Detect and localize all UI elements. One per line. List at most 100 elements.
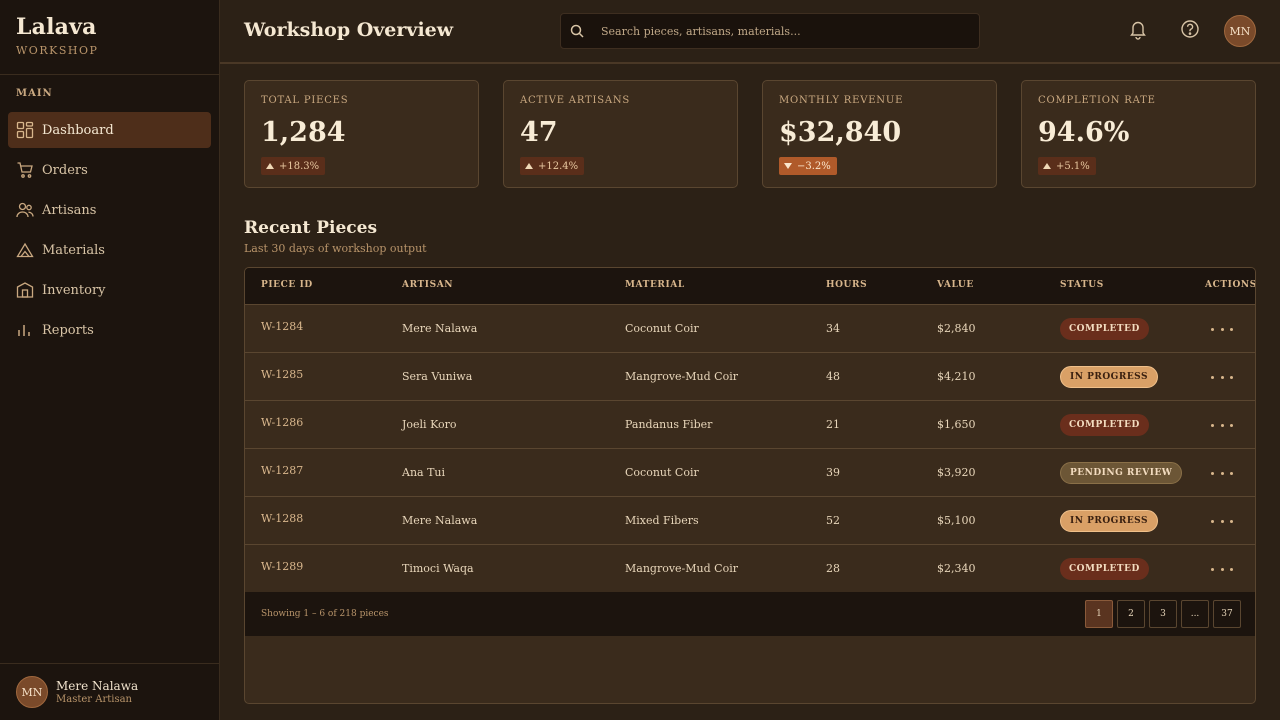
section-title: Recent Pieces <box>244 218 378 238</box>
trend-value: −3.2% <box>797 160 831 172</box>
value-cell: $1,650 <box>937 418 976 431</box>
table-row[interactable]: W-1284 Mere Nalawa Coconut Coir 34 $2,840 COM… <box>245 305 1255 353</box>
table-footer: Showing 1 – 6 of 218 pieces 1 2 3... 37 <box>245 592 1255 636</box>
trend-badge: +18.3% <box>261 157 326 175</box>
stat-card-total-pieces: TOTAL PIECES 1,284 +18.3% <box>244 80 479 188</box>
trend-up-icon <box>266 163 274 169</box>
piece-id-link[interactable]: W-1287 <box>261 464 303 477</box>
trend-badge: +5.1% <box>1038 157 1096 175</box>
sidebar-item-label: Reports <box>42 322 94 338</box>
cart-icon <box>16 161 34 179</box>
material-cell: Mixed Fibers <box>625 514 699 527</box>
sidebar-item-artisans[interactable]: Artisans <box>8 192 211 228</box>
more-horizontal-icon <box>1211 519 1233 523</box>
table-row[interactable]: W-1288 Mere Nalawa Mixed Fibers 52 $5,100 IN … <box>245 497 1255 545</box>
sidebar-section-label: MAIN <box>16 88 53 99</box>
sidebar-item-label: Inventory <box>42 282 106 298</box>
status-badge: COMPLETED <box>1060 414 1149 436</box>
brand[interactable]: Lalava WORKSHOP <box>16 14 98 57</box>
sidebar-item-reports[interactable]: Reports <box>8 312 211 348</box>
piece-id-link[interactable]: W-1289 <box>261 560 303 573</box>
sidebar-item-label: Materials <box>42 242 105 258</box>
column-header-hours[interactable]: HOURS <box>826 280 867 290</box>
table-header: PIECE ID ARTISAN MATERIAL HOURS VALUE ST… <box>245 268 1256 305</box>
piece-id-link[interactable]: W-1288 <box>261 512 303 525</box>
header-avatar[interactable]: MN <box>1224 15 1256 47</box>
piece-id-link[interactable]: W-1284 <box>261 320 303 333</box>
sidebar-item-orders[interactable]: Orders <box>8 152 211 188</box>
stat-value: 47 <box>520 117 558 148</box>
piece-id-link[interactable]: W-1285 <box>261 368 303 381</box>
bar-chart-icon <box>16 321 34 339</box>
value-cell: $3,920 <box>937 466 976 479</box>
material-cell: Mangrove-Mud Coir <box>625 370 738 383</box>
sidebar: Lalava WORKSHOP MAIN Dashboard Orders Ar… <box>0 0 220 720</box>
row-actions-button[interactable] <box>1211 465 1233 481</box>
row-actions-button[interactable] <box>1211 561 1233 577</box>
user-card[interactable]: MN Mere Nalawa Master Artisan <box>16 676 138 708</box>
top-header: Workshop Overview MN <box>220 0 1280 64</box>
table-row[interactable]: W-1287 Ana Tui Coconut Coir 39 $3,920 PENDING… <box>245 449 1255 497</box>
trend-up-icon <box>525 163 533 169</box>
sidebar-item-label: Artisans <box>42 202 97 218</box>
artisan-cell: Mere Nalawa <box>402 514 478 527</box>
artisan-cell: Sera Vuniwa <box>402 370 473 383</box>
status-badge: IN PROGRESS <box>1060 510 1158 532</box>
table-row[interactable]: W-1289 Timoci Waqa Mangrove-Mud Coir 28 $2,3… <box>245 545 1255 593</box>
sidebar-item-materials[interactable]: Materials <box>8 232 211 268</box>
column-header-artisan[interactable]: ARTISAN <box>402 280 453 290</box>
stat-card-active-artisans: ACTIVE ARTISANS 47 +12.4% <box>503 80 738 188</box>
row-actions-button[interactable] <box>1211 417 1233 433</box>
artisan-cell: Joeli Koro <box>402 418 457 431</box>
stat-value: $32,840 <box>779 117 902 148</box>
material-cell: Pandanus Fiber <box>625 418 713 431</box>
column-header-status[interactable]: STATUS <box>1060 280 1104 290</box>
table-row[interactable]: W-1285 Sera Vuniwa Mangrove-Mud Coir 48 $4,2… <box>245 353 1255 401</box>
page-button-1[interactable]: 1 <box>1085 600 1113 628</box>
pieces-table: PIECE ID ARTISAN MATERIAL HOURS VALUE ST… <box>244 267 1256 704</box>
page-button-3[interactable]: 3 <box>1149 600 1177 628</box>
value-cell: $5,100 <box>937 514 976 527</box>
row-actions-button[interactable] <box>1211 369 1233 385</box>
column-header-actions: ACTIONS <box>1205 280 1256 290</box>
trend-badge: +12.4% <box>520 157 585 175</box>
search-input[interactable] <box>601 14 971 48</box>
help-button[interactable] <box>1180 20 1200 42</box>
more-horizontal-icon <box>1211 471 1233 475</box>
search-icon <box>569 23 585 39</box>
row-actions-button[interactable] <box>1211 321 1233 337</box>
material-cell: Coconut Coir <box>625 466 699 479</box>
stat-label: MONTHLY REVENUE <box>779 95 904 106</box>
trend-value: +5.1% <box>1056 160 1090 172</box>
bell-icon <box>1128 18 1148 44</box>
sidebar-item-inventory[interactable]: Inventory <box>8 272 211 308</box>
stat-value: 94.6% <box>1038 117 1130 148</box>
hours-cell: 39 <box>826 466 840 479</box>
trend-value: +12.4% <box>538 160 579 172</box>
user-name: Mere Nalawa <box>56 679 139 693</box>
row-actions-button[interactable] <box>1211 513 1233 529</box>
more-horizontal-icon <box>1211 375 1233 379</box>
hours-cell: 34 <box>826 322 840 335</box>
stat-card-monthly-revenue: MONTHLY REVENUE $32,840 −3.2% <box>762 80 997 188</box>
page-title: Workshop Overview <box>244 19 454 41</box>
page-button-2[interactable]: 2 <box>1117 600 1145 628</box>
table-row[interactable]: W-1286 Joeli Koro Pandanus Fiber 21 $1,650 CO… <box>245 401 1255 449</box>
material-cell: Coconut Coir <box>625 322 699 335</box>
trend-up-icon <box>1043 163 1051 169</box>
artisan-cell: Timoci Waqa <box>402 562 474 575</box>
stat-label: TOTAL PIECES <box>261 95 349 106</box>
box-icon <box>16 281 34 299</box>
column-header-piece-id[interactable]: PIECE ID <box>261 280 313 290</box>
trend-down-icon <box>784 163 792 169</box>
piece-id-link[interactable]: W-1286 <box>261 416 303 429</box>
page-button-37[interactable]: 37 <box>1213 600 1241 628</box>
column-header-value[interactable]: VALUE <box>937 280 974 290</box>
brand-subtitle: WORKSHOP <box>16 44 99 57</box>
sidebar-item-dashboard[interactable]: Dashboard <box>8 112 211 148</box>
hours-cell: 48 <box>826 370 840 383</box>
notifications-button[interactable] <box>1128 20 1148 42</box>
sidebar-item-label: Orders <box>42 162 88 178</box>
stat-value: 1,284 <box>261 117 346 148</box>
column-header-material[interactable]: MATERIAL <box>625 280 685 290</box>
